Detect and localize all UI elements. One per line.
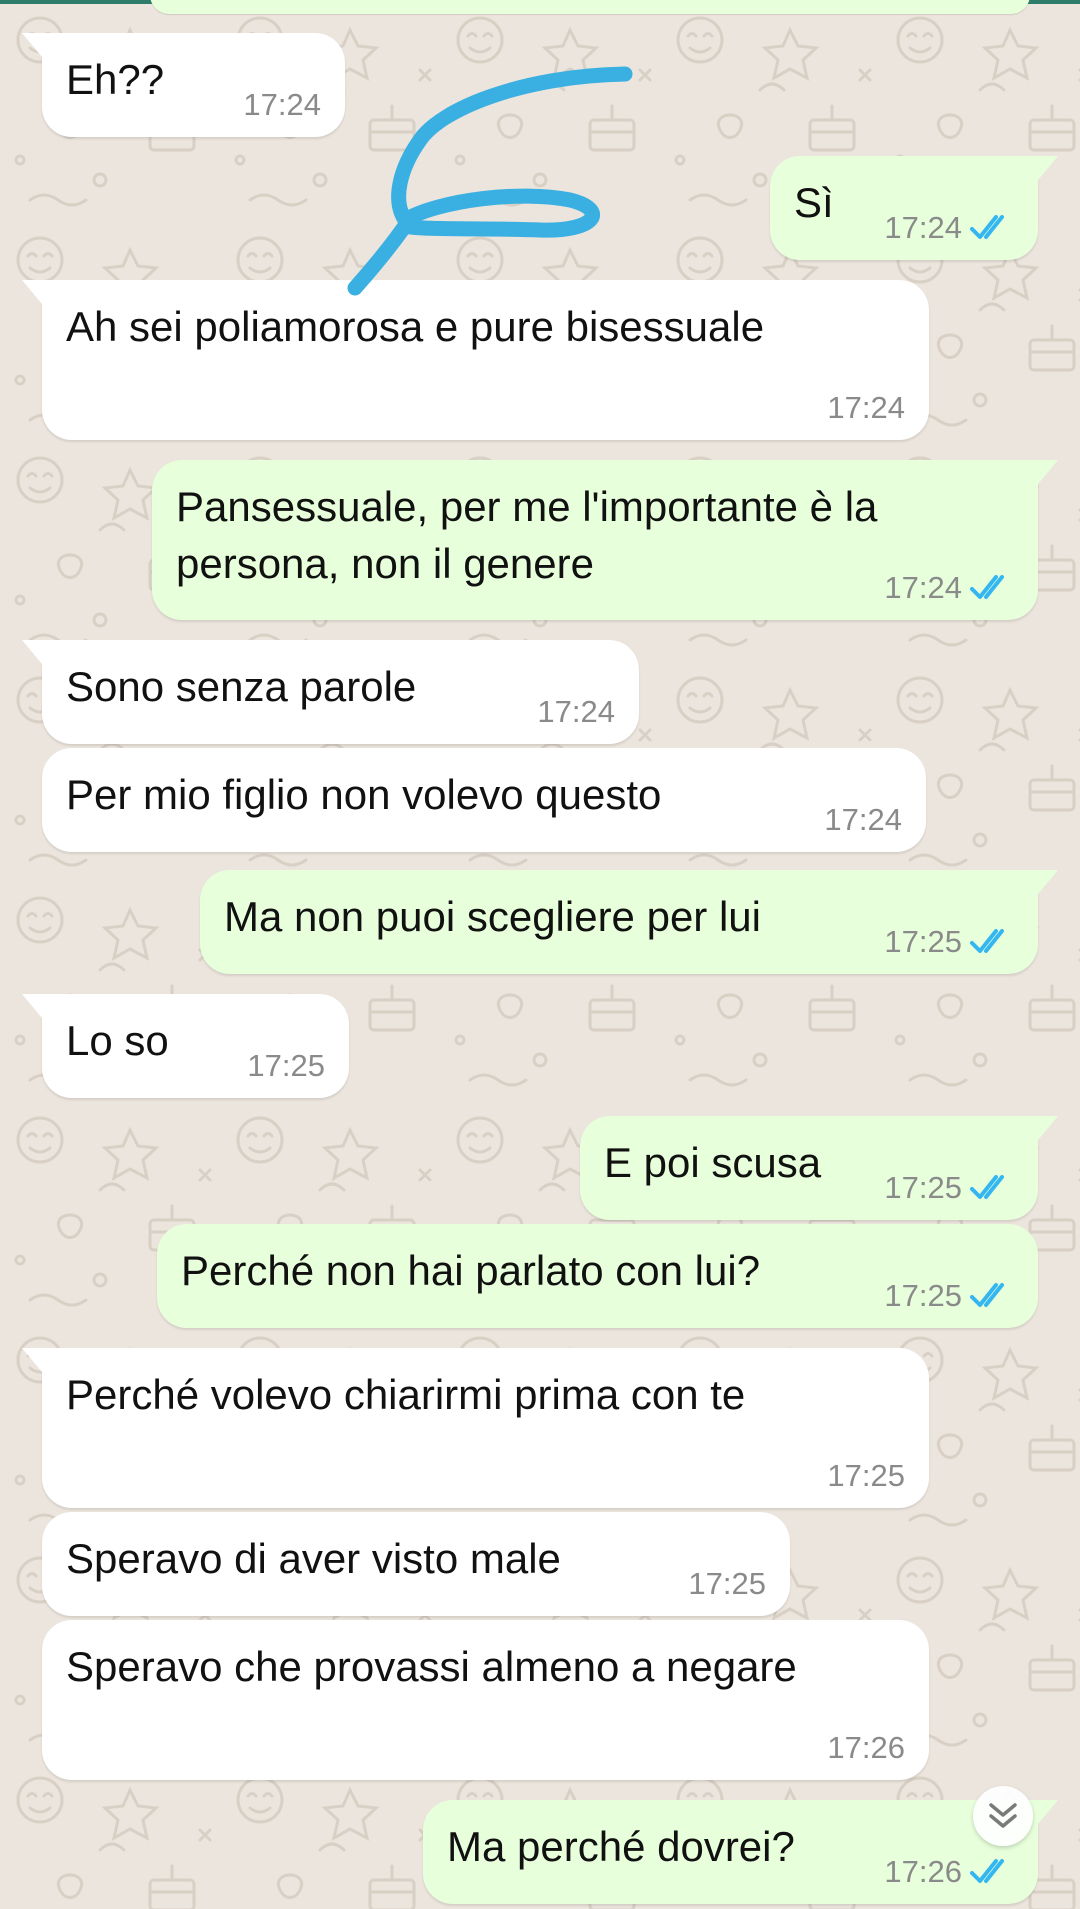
double-check-icon: [970, 1175, 1004, 1199]
message-text: Pansessuale, per me l'importante è la pe…: [176, 483, 878, 587]
message-time: 17:26: [884, 1854, 962, 1889]
message-time: 17:25: [688, 1566, 766, 1601]
message-meta: 17:24: [243, 87, 321, 123]
message-text: Speravo che provassi almeno a negare: [66, 1643, 797, 1690]
message-time: 17:24: [827, 390, 905, 425]
message-meta: 17:25: [688, 1566, 766, 1602]
incoming-message[interactable]: Lo so 17:25: [22, 994, 349, 1098]
outgoing-message[interactable]: Sì 17:24: [770, 156, 1058, 260]
incoming-message[interactable]: Perché volevo chiarirmi prima con te 17:…: [22, 1348, 929, 1508]
message-text: Ah sei poliamorosa e pure bisessuale: [66, 303, 765, 350]
message-text: Eh??: [66, 56, 165, 103]
double-check-icon: [970, 1859, 1004, 1883]
message-meta: 17:24: [884, 210, 1014, 246]
message-text: Ma perché dovrei?: [447, 1823, 795, 1870]
incoming-message[interactable]: Sono senza parole 17:24: [22, 640, 639, 744]
scroll-down-button[interactable]: [973, 1786, 1033, 1846]
message-text: Speravo di aver visto male: [66, 1535, 561, 1582]
previous-message-bubble: [150, 0, 1030, 14]
message-meta: 17:26: [884, 1854, 1014, 1890]
incoming-message[interactable]: Ah sei poliamorosa e pure bisessuale 17:…: [22, 280, 929, 440]
message-text: Perché volevo chiarirmi prima con te: [66, 1371, 746, 1418]
message-time: 17:25: [827, 1458, 905, 1493]
incoming-message[interactable]: Eh?? 17:24: [22, 33, 345, 137]
message-time: 17:25: [884, 1170, 962, 1205]
incoming-message[interactable]: Speravo che provassi almeno a negare 17:…: [42, 1620, 929, 1780]
message-time: 17:25: [884, 1278, 962, 1313]
outgoing-message[interactable]: Pansessuale, per me l'importante è la pe…: [152, 460, 1058, 620]
message-text: Lo so: [66, 1017, 169, 1064]
message-meta: 17:25: [247, 1048, 325, 1084]
double-check-icon: [970, 929, 1004, 953]
message-time: 17:24: [884, 570, 962, 605]
message-time: 17:24: [537, 694, 615, 729]
message-meta: 17:25: [884, 924, 1014, 960]
message-time: 17:24: [884, 210, 962, 245]
message-text: Perché non hai parlato con lui?: [181, 1247, 761, 1294]
outgoing-message[interactable]: Ma perché dovrei? 17:26: [423, 1800, 1058, 1904]
message-time: 17:26: [827, 1730, 905, 1765]
double-check-icon: [970, 215, 1004, 239]
message-meta: 17:24: [827, 390, 905, 426]
message-text: E poi scusa: [604, 1139, 822, 1186]
chevron-double-down-icon: [989, 1803, 1017, 1828]
outgoing-message[interactable]: Perché non hai parlato con lui? 17:25: [157, 1224, 1038, 1328]
message-time: 17:25: [884, 924, 962, 959]
incoming-message[interactable]: Per mio figlio non volevo questo 17:24: [42, 748, 926, 852]
message-time: 17:24: [824, 802, 902, 837]
message-meta: 17:24: [884, 570, 1014, 606]
message-text: Sono senza parole: [66, 663, 417, 710]
double-check-icon: [970, 575, 1004, 599]
message-text: Sì: [794, 179, 834, 226]
message-meta: 17:24: [824, 802, 902, 838]
incoming-message[interactable]: Speravo di aver visto male 17:25: [42, 1512, 790, 1616]
outgoing-message[interactable]: Ma non puoi scegliere per lui 17:25: [200, 870, 1058, 974]
outgoing-message[interactable]: E poi scusa 17:25: [580, 1116, 1058, 1220]
message-text: Ma non puoi scegliere per lui: [224, 893, 761, 940]
double-check-icon: [970, 1283, 1004, 1307]
message-meta: 17:25: [827, 1458, 905, 1494]
message-meta: 17:24: [537, 694, 615, 730]
message-meta: 17:25: [884, 1278, 1014, 1314]
message-time: 17:24: [243, 87, 321, 122]
message-text: Per mio figlio non volevo questo: [66, 771, 662, 818]
message-meta: 17:25: [884, 1170, 1014, 1206]
message-meta: 17:26: [827, 1730, 905, 1766]
message-time: 17:25: [247, 1048, 325, 1083]
